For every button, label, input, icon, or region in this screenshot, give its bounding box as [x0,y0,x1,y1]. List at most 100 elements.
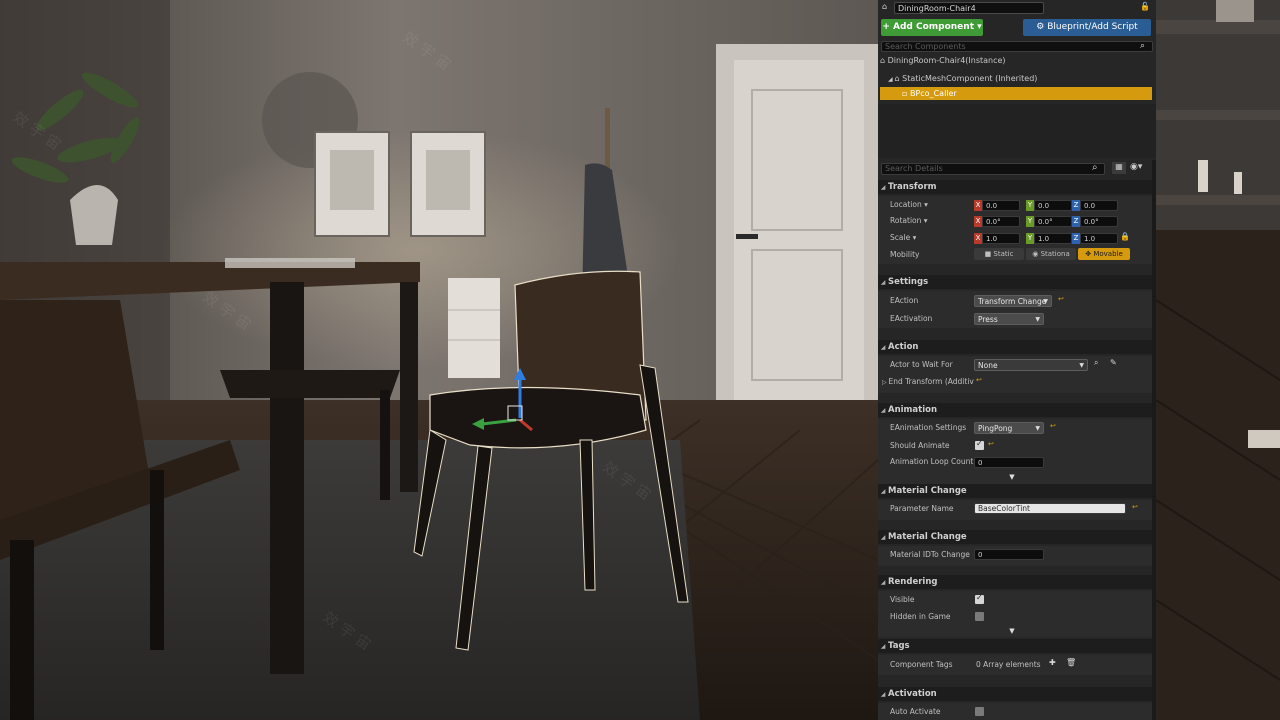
actor-to-wait-dropdown[interactable]: None ▼ [974,359,1088,371]
component-item-bpco-caller[interactable]: ▫ BPco_Caller [880,87,1152,100]
hidden-in-game-checkbox[interactable] [975,612,984,621]
category-title: Action [888,342,919,352]
should-animate-label: Should Animate [890,441,950,450]
details-scrollbar[interactable] [1152,160,1156,720]
location-x-field[interactable]: 0.0 [982,200,1020,211]
category-action[interactable]: ◢ Action [878,340,1156,354]
hidden-in-game-label: Hidden in Game [890,612,951,621]
axis-x-label: X [974,216,982,227]
collapse-triangle-icon: ◢ [880,344,886,351]
category-material-change[interactable]: ◢ Material Change [878,484,1156,498]
rotation-y-field[interactable]: 0.0° [1034,216,1072,227]
eye-icon[interactable]: ◉▾ [1130,162,1142,172]
axis-z-label: Z [1072,200,1080,211]
scale-y-field[interactable]: 1.0 [1034,233,1072,244]
category-title: Rendering [888,577,938,587]
visible-label: Visible [890,595,915,604]
scale-z-field[interactable]: 1.0 [1080,233,1118,244]
eaction-label: EAction [890,296,919,305]
advanced-expander-icon[interactable]: ▼ [1008,627,1016,635]
search-icon: ⌕ [1092,162,1098,173]
search-components-input[interactable]: Search Components [881,41,1153,52]
reset-to-default-icon[interactable]: ↩ [1050,422,1056,430]
reset-to-default-icon[interactable]: ↩ [976,376,982,384]
category-rendering[interactable]: ◢ Rendering [878,575,1156,589]
add-element-icon[interactable]: ✚ [1049,658,1056,667]
component-root[interactable]: ⌂ DiningRoom-Chair4(Instance) [880,54,1152,67]
actor-icon: ⌂ [882,2,888,11]
reset-to-default-icon[interactable]: ↩ [988,440,994,448]
details-panel: ⌂ DiningRoom-Chair4 🔓 + Add Component ▾ … [878,0,1156,720]
axis-y-label: Y [1026,200,1034,211]
view-options-grid-icon[interactable]: ▦ [1112,162,1126,174]
scale-lock-icon[interactable]: 🔒 [1120,232,1130,241]
table-leg-front [270,282,304,674]
end-transform-label-text: End Transform (Additiv [888,377,974,386]
auto-activate-label: Auto Activate [890,707,941,716]
eactivation-dropdown[interactable]: Press ▼ [974,313,1044,325]
rotation-label[interactable]: Rotation ▾ [890,215,928,227]
category-transform[interactable]: ◢ Transform [878,180,1156,194]
blueprint-add-script-button[interactable]: ⚙ Blueprint/Add Script [1023,19,1151,36]
eaction-dropdown[interactable]: Transform Change ▼ [974,295,1052,307]
category-material-change[interactable]: ◢ Material Change [878,530,1156,544]
category-settings[interactable]: ◢ Settings [878,275,1156,289]
advanced-expander-icon[interactable]: ▼ [1008,473,1016,481]
eaction-value: Transform Change [978,297,1047,306]
search-details-input[interactable]: Search Details [881,163,1105,175]
blueprint-icon: ⚙ [1036,22,1048,32]
mobility-option-label: Stationa [1040,250,1070,258]
location-y-field[interactable]: 0.0 [1034,200,1072,211]
component-tree-empty [878,104,1156,158]
checkmark-icon: ✓ [976,439,983,448]
animation-loop-count-label: Animation Loop Count ( [890,457,979,466]
collapse-triangle-icon: ◢ [880,691,886,698]
mobility-static-button[interactable]: ■ Static [974,248,1024,260]
visible-checkbox[interactable]: ✓ [975,593,984,604]
mobility-movable-button[interactable]: ✥ Movable [1078,248,1130,260]
end-transform-label[interactable]: ▷ End Transform (Additiv [882,376,974,388]
should-animate-checkbox[interactable]: ✓ [975,439,984,450]
category-title: Settings [888,277,929,287]
reset-to-default-icon[interactable]: ↩ [1132,503,1138,511]
lock-icon[interactable]: 🔓 [1140,2,1150,11]
browse-search-icon[interactable]: ⌕ [1094,358,1098,368]
location-label[interactable]: Location ▾ [890,199,928,211]
dropdown-arrow-icon: ▼ [1035,425,1040,432]
viewport-right-strip[interactable] [1156,0,1280,720]
material-id-field[interactable]: 0 [974,549,1044,560]
category-title: Tags [888,641,910,651]
category-animation[interactable]: ◢ Animation [878,403,1156,417]
component-tags-label: Component Tags [890,660,953,669]
category-title: Material Change [888,532,967,542]
animation-loop-count-field[interactable]: 0 [974,457,1044,468]
eactivation-label: EActivation [890,314,933,323]
location-z-field[interactable]: 0.0 [1080,200,1118,211]
auto-activate-checkbox[interactable] [975,707,984,716]
scale-x-field[interactable]: 1.0 [982,233,1020,244]
actor-name-input[interactable]: DiningRoom-Chair4 [894,2,1044,14]
mobility-stationary-button[interactable]: ◉ Stationa [1026,248,1076,260]
scale-label[interactable]: Scale ▾ [890,232,916,244]
component-root-label: DiningRoom-Chair4(Instance) [887,56,1006,65]
parameter-name-input[interactable]: BaseColorTint [974,503,1126,514]
rotation-z-field[interactable]: 0.0° [1080,216,1118,227]
axis-y-label: Y [1026,216,1034,227]
level-viewport[interactable]: 效 宇 宙 效 宇 宙 效 宇 宙 效 宇 宙 效 宇 宙 [0,0,878,720]
add-component-label: + Add Component [882,22,974,32]
axis-z-label: Z [1072,233,1080,244]
add-component-button[interactable]: + Add Component ▾ [881,19,983,36]
eyedropper-icon[interactable]: ✎ [1110,358,1117,367]
blueprint-label: Blueprint/Add Script [1047,22,1138,32]
trash-icon[interactable]: 🗑 [1066,658,1076,667]
component-item-staticmesh[interactable]: ◢ ⌂ StaticMeshComponent (Inherited) [880,72,1156,85]
axis-x-label: X [974,200,982,211]
category-title: Animation [888,405,938,415]
reset-to-default-icon[interactable]: ↩ [1058,295,1064,303]
collapse-triangle-icon: ◢ [880,488,886,495]
category-tags[interactable]: ◢ Tags [878,639,1156,653]
category-activation[interactable]: ◢ Activation [878,687,1156,701]
rotation-x-field[interactable]: 0.0° [982,216,1020,227]
eanimation-settings-value: PingPong [978,424,1013,433]
eanimation-settings-dropdown[interactable]: PingPong ▼ [974,422,1044,434]
